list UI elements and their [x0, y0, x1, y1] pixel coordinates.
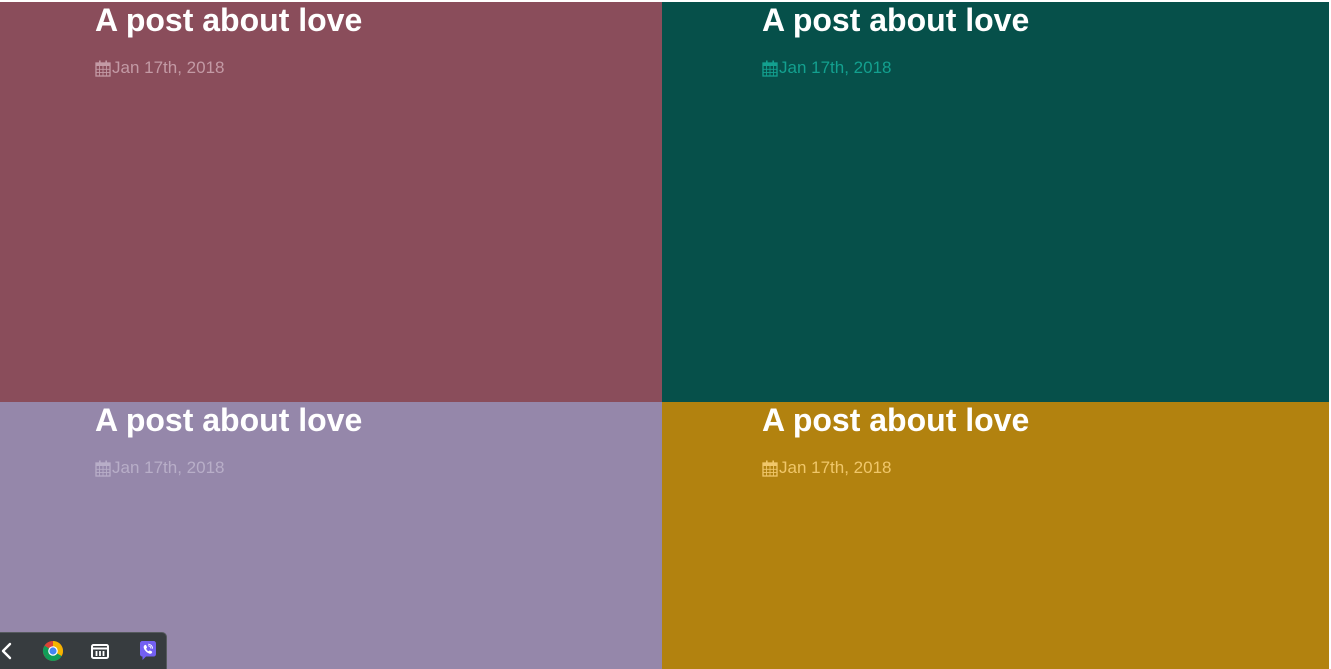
post-card[interactable]: A post about love Jan 17th, 2018	[0, 2, 662, 402]
post-date-text: Jan 17th, 2018	[112, 458, 225, 477]
post-date-text: Jan 17th, 2018	[779, 58, 892, 77]
post-title[interactable]: A post about love	[762, 402, 1029, 438]
calendar-icon	[95, 60, 111, 77]
post-date: Jan 17th, 2018	[762, 58, 1029, 78]
post-grid: A post about love Jan 17th, 2018 A post …	[0, 2, 1329, 669]
viber-icon[interactable]	[135, 638, 161, 664]
back-arrow-icon[interactable]	[0, 638, 20, 664]
post-date: Jan 17th, 2018	[95, 58, 362, 78]
post-card[interactable]: A post about love Jan 17th, 2018	[662, 402, 1329, 669]
taskbar	[0, 632, 167, 669]
calendar-icon	[95, 460, 111, 477]
post-content: A post about love Jan 17th, 2018	[762, 402, 1029, 478]
calendar-icon	[762, 460, 778, 477]
post-title[interactable]: A post about love	[762, 2, 1029, 38]
post-title[interactable]: A post about love	[95, 2, 362, 38]
post-date: Jan 17th, 2018	[762, 458, 1029, 478]
post-content: A post about love Jan 17th, 2018	[95, 2, 362, 78]
post-date-text: Jan 17th, 2018	[779, 458, 892, 477]
chrome-icon[interactable]	[40, 638, 66, 664]
post-date: Jan 17th, 2018	[95, 458, 362, 478]
post-date-text: Jan 17th, 2018	[112, 58, 225, 77]
post-title[interactable]: A post about love	[95, 402, 362, 438]
post-content: A post about love Jan 17th, 2018	[762, 2, 1029, 78]
calendar-icon	[762, 60, 778, 77]
files-icon[interactable]	[87, 638, 113, 664]
page: A post about love Jan 17th, 2018 A post …	[0, 0, 1331, 669]
post-content: A post about love Jan 17th, 2018	[95, 402, 362, 478]
post-card[interactable]: A post about love Jan 17th, 2018	[662, 2, 1329, 402]
post-card[interactable]: A post about love Jan 17th, 2018	[0, 402, 662, 669]
